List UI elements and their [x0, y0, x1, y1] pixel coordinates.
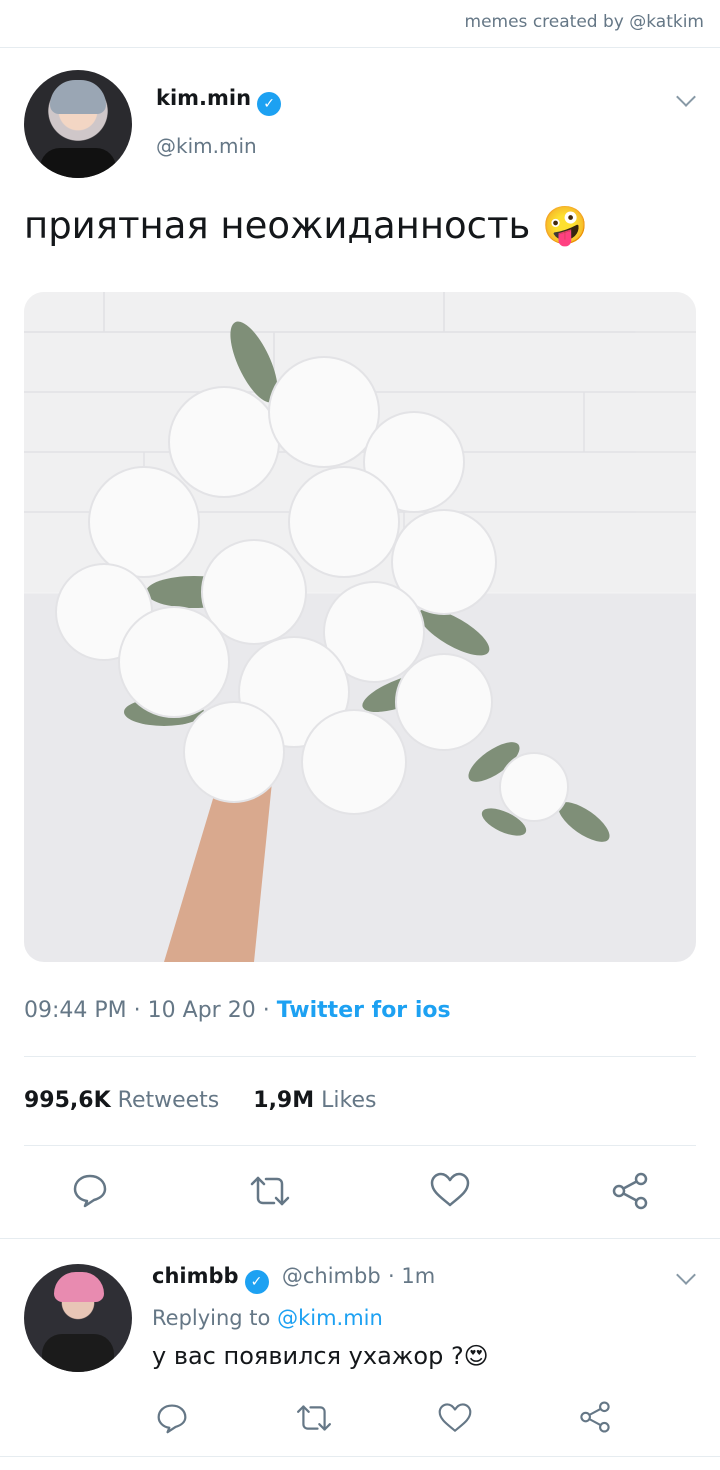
- reply-age: 1m: [401, 1264, 436, 1288]
- share-icon: [612, 1172, 648, 1210]
- tweet-stats: 995,6K Retweets 1,9M Likes: [24, 1088, 376, 1113]
- replying-prefix: Replying to: [152, 1306, 271, 1330]
- like-stat[interactable]: 1,9M Likes: [253, 1088, 376, 1113]
- tweet-meta: 09:44 PM · 10 Apr 20 · Twitter for ios: [24, 998, 451, 1023]
- top-bar: memes created by @katkim: [0, 0, 720, 48]
- divider: [24, 1145, 696, 1146]
- tweet-text: приятная неожиданность 🤪: [24, 204, 589, 247]
- verified-badge-icon: ✓: [257, 92, 282, 116]
- replying-mention-link[interactable]: @kim.min: [277, 1306, 383, 1330]
- meta-separator: ·: [262, 998, 277, 1023]
- like-button[interactable]: [430, 1172, 470, 1212]
- display-name-text: kim.min: [156, 86, 252, 110]
- avatar-hair: [54, 1272, 104, 1302]
- reply-text: у вас появился ухажор ?😍: [152, 1342, 489, 1370]
- meta-separator: ·: [387, 1264, 402, 1288]
- share-button[interactable]: [578, 1400, 612, 1438]
- replying-to-line: Replying to @kim.min: [152, 1306, 383, 1330]
- bouquet-illustration: [24, 292, 696, 962]
- display-name[interactable]: kim.min ✓: [156, 86, 282, 116]
- divider: [0, 1456, 720, 1457]
- retweet-icon: [297, 1405, 331, 1431]
- like-button[interactable]: [438, 1402, 472, 1438]
- tweet-time: 09:44 PM: [24, 998, 127, 1023]
- heart-icon: [430, 1172, 470, 1207]
- tweet-source-link[interactable]: Twitter for ios: [277, 998, 451, 1023]
- like-label: Likes: [321, 1088, 377, 1113]
- reply-display-name-text: chimbb: [152, 1264, 239, 1288]
- chevron-down-icon[interactable]: [676, 1265, 696, 1285]
- meta-separator: ·: [133, 998, 148, 1023]
- avatar-shirt: [40, 148, 116, 178]
- reply-button[interactable]: [72, 1172, 108, 1212]
- avatar-hair: [50, 80, 106, 114]
- reply-display-name[interactable]: chimbb ✓ @chimbb · 1m: [152, 1264, 435, 1294]
- chevron-down-icon[interactable]: [676, 87, 696, 107]
- meme-credit: memes created by @katkim: [464, 12, 704, 32]
- retweet-button[interactable]: [250, 1174, 290, 1212]
- share-icon: [580, 1401, 610, 1433]
- heart-icon: [438, 1403, 472, 1432]
- divider: [0, 1238, 720, 1239]
- like-count: 1,9M: [253, 1088, 315, 1113]
- retweet-count: 995,6K: [24, 1088, 111, 1113]
- verified-badge-icon: ✓: [244, 1270, 269, 1294]
- share-button[interactable]: [610, 1172, 650, 1214]
- reply-handle[interactable]: @chimbb: [282, 1264, 381, 1288]
- avatar-shirt: [42, 1334, 114, 1372]
- retweet-icon: [250, 1176, 290, 1206]
- tweet-date: 10 Apr 20: [147, 998, 256, 1023]
- user-handle[interactable]: @kim.min: [156, 134, 257, 158]
- reply-avatar[interactable]: [24, 1264, 132, 1372]
- retweet-button[interactable]: [296, 1403, 332, 1437]
- divider: [24, 1056, 696, 1057]
- speech-bubble-icon: [73, 1174, 107, 1208]
- avatar[interactable]: [24, 70, 132, 178]
- retweet-label: Retweets: [117, 1088, 220, 1113]
- reply-button[interactable]: [156, 1402, 188, 1438]
- speech-bubble-icon: [157, 1404, 187, 1434]
- retweet-stat[interactable]: 995,6K Retweets: [24, 1088, 219, 1113]
- tweet-photo[interactable]: [24, 292, 696, 962]
